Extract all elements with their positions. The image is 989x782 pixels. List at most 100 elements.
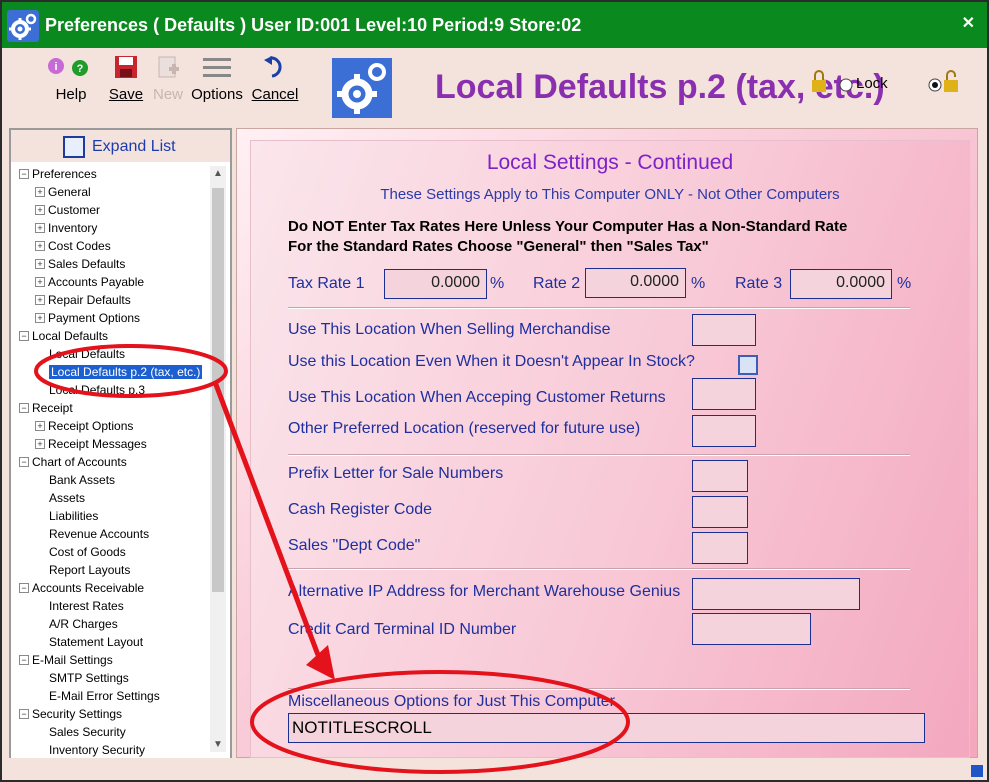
tree-item[interactable]: − Accounts Receivable xyxy=(19,580,144,597)
tree-item[interactable]: + Accounts Payable xyxy=(35,274,144,291)
prefix-input[interactable] xyxy=(692,460,748,492)
tree-item[interactable]: − Local Defaults xyxy=(19,328,108,345)
scroll-down-icon[interactable]: ▼ xyxy=(213,739,223,750)
tree-scrollbar[interactable]: ▲ ▼ xyxy=(210,166,226,752)
lock-label[interactable]: Lock xyxy=(856,75,888,92)
tree-item[interactable]: + Repair Defaults xyxy=(35,292,131,309)
tree-item[interactable]: Report Layouts xyxy=(35,562,130,579)
tree-item[interactable]: + General xyxy=(35,184,91,201)
collapse-icon[interactable]: − xyxy=(19,655,29,665)
collapse-icon[interactable]: − xyxy=(19,403,29,413)
cash-register-input[interactable] xyxy=(692,496,748,528)
tree-item[interactable]: A/R Charges xyxy=(35,616,118,633)
tree-item[interactable]: − Receipt xyxy=(19,400,73,417)
section-heading: Local Settings - Continued xyxy=(486,151,734,174)
divider xyxy=(288,307,910,309)
loc-other-input[interactable] xyxy=(692,415,756,447)
misc-options-input[interactable]: NOTITLESCROLL xyxy=(288,713,925,743)
alt-ip-input[interactable] xyxy=(692,578,860,610)
tree-item[interactable]: + Payment Options xyxy=(35,310,140,327)
expand-icon[interactable]: + xyxy=(35,277,45,287)
tree-item[interactable]: E-Mail Error Settings xyxy=(35,688,160,705)
cc-terminal-label: Credit Card Terminal ID Number xyxy=(288,621,517,638)
tree-item[interactable]: Assets xyxy=(35,490,85,507)
loc-even-checkbox[interactable] xyxy=(738,355,758,375)
tree-item-label: Payment Options xyxy=(48,311,141,325)
tree-item[interactable]: − E-Mail Settings xyxy=(19,652,113,669)
warning-line-2: For the Standard Rates Choose "General" … xyxy=(288,238,709,255)
rate-2-percent: % xyxy=(691,275,706,292)
expand-icon[interactable]: + xyxy=(35,205,45,215)
tree-item[interactable]: Sales Security xyxy=(35,724,126,741)
expand-icon[interactable]: + xyxy=(35,259,45,269)
tree-item[interactable]: Local Defaults xyxy=(35,346,125,363)
resize-grip-icon[interactable] xyxy=(971,765,983,777)
tree-item[interactable]: SMTP Settings xyxy=(35,670,129,687)
undo-icon xyxy=(264,56,282,78)
tax-rate-1-input[interactable]: 0.0000 xyxy=(384,269,487,299)
collapse-icon[interactable]: − xyxy=(19,709,29,719)
tree-item[interactable]: Revenue Accounts xyxy=(35,526,149,543)
collapse-icon[interactable]: − xyxy=(19,331,29,341)
expand-icon[interactable]: + xyxy=(35,313,45,323)
cancel-button[interactable]: Cancel xyxy=(250,54,300,103)
tree-item[interactable]: Inventory Security xyxy=(35,742,145,758)
tree-item[interactable]: Bank Assets xyxy=(35,472,115,489)
cc-terminal-input[interactable] xyxy=(692,613,811,645)
dept-code-input[interactable] xyxy=(692,532,748,564)
loc-even-label: Use this Location Even When it Doesn't A… xyxy=(288,353,695,370)
expand-list-button[interactable]: Expand List xyxy=(11,130,230,162)
tree-item[interactable]: + Receipt Options xyxy=(35,418,133,435)
tree-item-label: Receipt Options xyxy=(48,419,134,433)
loc-selling-label: Use This Location When Selling Merchandi… xyxy=(288,321,611,338)
new-button[interactable]: New xyxy=(150,54,186,103)
close-icon[interactable]: ✕ xyxy=(962,13,975,33)
tree-item-label: Bank Assets xyxy=(49,473,116,487)
tree-item[interactable]: − Chart of Accounts xyxy=(19,454,127,471)
help-label: Help xyxy=(55,86,87,103)
expand-icon[interactable]: + xyxy=(35,223,45,233)
collapse-icon[interactable]: − xyxy=(19,457,29,467)
tree-item-label: Cost Codes xyxy=(48,239,111,253)
tree-item-label: Inventory xyxy=(48,221,98,235)
tree-item-label: Report Layouts xyxy=(49,563,131,577)
tree-item[interactable]: + Sales Defaults xyxy=(35,256,125,273)
tree-item[interactable]: + Cost Codes xyxy=(35,238,111,255)
rate-3-label: Rate 3 xyxy=(735,275,783,292)
options-button[interactable]: Options xyxy=(188,54,246,103)
tree-item[interactable]: − Preferences xyxy=(19,166,97,183)
toolbar: i ? Help Save New Options Cancel Local D… xyxy=(2,48,987,126)
expand-icon[interactable]: + xyxy=(35,241,45,251)
tree-item[interactable]: + Inventory xyxy=(35,220,97,237)
loc-returns-input[interactable] xyxy=(692,378,756,410)
collapse-icon[interactable]: − xyxy=(19,583,29,593)
tree-item[interactable]: + Customer xyxy=(35,202,100,219)
settings-gear-icon xyxy=(332,58,392,118)
tree-item[interactable]: Statement Layout xyxy=(35,634,143,651)
tree-item[interactable]: − Security Settings xyxy=(19,706,122,723)
tree-item-label: Assets xyxy=(49,491,86,505)
expand-icon[interactable]: + xyxy=(35,187,45,197)
tree-item[interactable]: Local Defaults p.2 (tax, etc.) xyxy=(35,364,203,381)
expand-icon[interactable]: + xyxy=(35,421,45,431)
help-button[interactable]: i ? Help xyxy=(42,54,92,103)
lock-toggle: Lock xyxy=(810,68,968,102)
collapse-icon[interactable]: − xyxy=(19,169,29,179)
rate-3-percent: % xyxy=(897,275,912,292)
expand-icon[interactable]: + xyxy=(35,295,45,305)
expand-icon[interactable]: + xyxy=(35,439,45,449)
tree-item[interactable]: Interest Rates xyxy=(35,598,124,615)
save-button[interactable]: Save xyxy=(106,54,146,103)
rate-2-input[interactable]: 0.0000 xyxy=(585,268,686,298)
scroll-thumb[interactable] xyxy=(212,188,224,592)
window-title: Preferences ( Defaults ) User ID:001 Lev… xyxy=(45,15,582,35)
rate-3-input[interactable]: 0.0000 xyxy=(790,269,892,299)
tree-item[interactable]: Cost of Goods xyxy=(35,544,126,561)
save-icon xyxy=(115,56,137,78)
loc-selling-input[interactable] xyxy=(692,314,756,346)
section-subheading: These Settings Apply to This Computer ON… xyxy=(380,186,840,203)
tree-item[interactable]: Liabilities xyxy=(35,508,98,525)
tree-item[interactable]: + Receipt Messages xyxy=(35,436,147,453)
scroll-up-icon[interactable]: ▲ xyxy=(213,168,223,179)
tree-item[interactable]: Local Defaults p.3 xyxy=(35,382,145,399)
